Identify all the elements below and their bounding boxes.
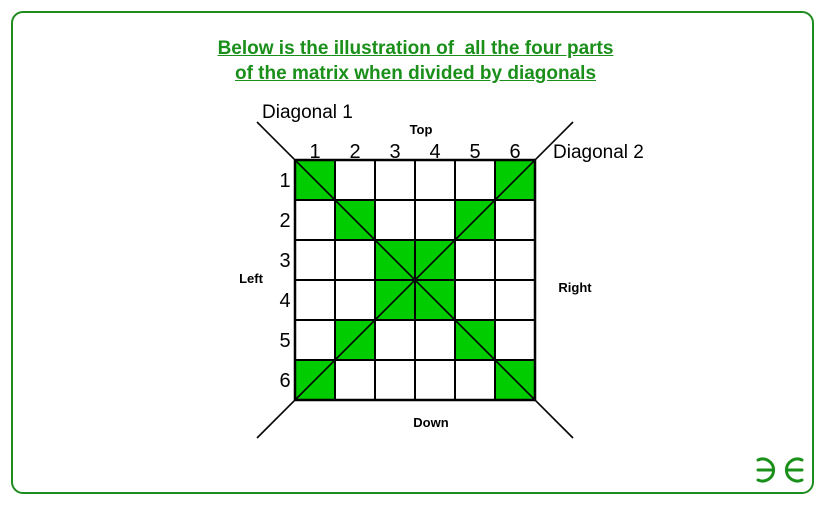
gfg-logo xyxy=(756,457,804,483)
column-index: 5 xyxy=(469,141,480,163)
column-index: 6 xyxy=(509,141,520,163)
left-label: Left xyxy=(239,271,264,286)
right-label: Right xyxy=(558,280,592,295)
diagonal-1-label: Diagonal 1 xyxy=(262,102,353,123)
top-label: Top xyxy=(410,122,433,137)
row-index: 5 xyxy=(279,330,290,352)
down-label: Down xyxy=(413,415,448,430)
row-index: 4 xyxy=(279,290,290,312)
row-index: 1 xyxy=(279,170,290,192)
diagonal-2-label: Diagonal 2 xyxy=(553,142,644,163)
column-index: 4 xyxy=(429,141,440,163)
matrix-diagram: 1 2 3 4 5 6 1 2 3 4 5 6 Diagonal 1 Diagonal 2 Top D… xyxy=(239,102,644,439)
row-index: 6 xyxy=(279,370,290,392)
column-index: 1 xyxy=(309,141,320,163)
column-index: 3 xyxy=(389,141,400,163)
row-index: 2 xyxy=(279,210,290,232)
column-index: 2 xyxy=(349,141,360,163)
row-index: 3 xyxy=(279,250,290,272)
